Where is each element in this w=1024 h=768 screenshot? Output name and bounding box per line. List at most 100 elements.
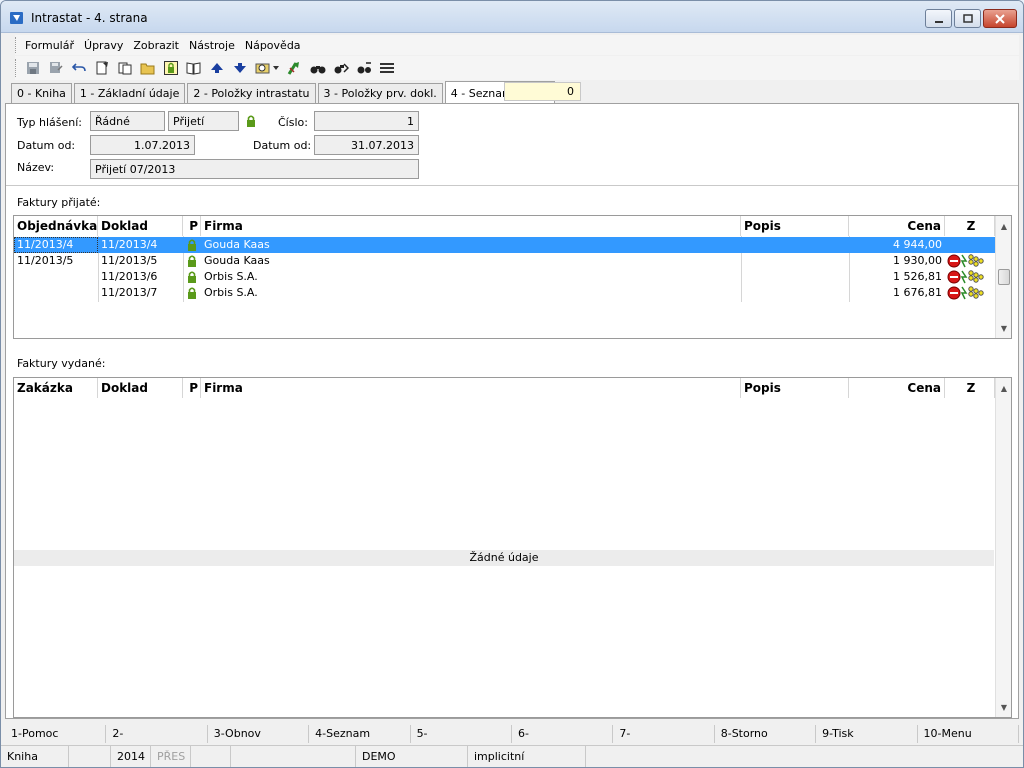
scroll-down-icon[interactable]: ▼ bbox=[996, 699, 1012, 715]
issued-invoices-grid[interactable]: Zakázka Doklad P Firma Popis Cena Z Žádn… bbox=[13, 377, 1012, 718]
function-key-bar: 1-Pomoc 2- 3-Obnov 4-Seznam 5- 6- 7- 8-S… bbox=[5, 725, 1019, 743]
toolbar-grip[interactable] bbox=[15, 59, 18, 77]
col-popis[interactable]: Popis bbox=[741, 216, 849, 236]
refresh-icon[interactable] bbox=[287, 60, 303, 76]
menu-upravy[interactable]: Úpravy bbox=[84, 39, 123, 52]
lock-icon bbox=[188, 255, 196, 267]
print-preview-icon[interactable] bbox=[255, 60, 271, 76]
arrow-down-icon[interactable] bbox=[232, 60, 248, 76]
issued-scrollbar[interactable]: ▲ ▼ bbox=[995, 378, 1011, 717]
title-bar[interactable]: Intrastat - 4. strana bbox=[1, 1, 1023, 33]
list-menu-icon[interactable] bbox=[379, 60, 395, 76]
scroll-down-icon[interactable]: ▼ bbox=[996, 320, 1012, 336]
cell-doklad: 11/2013/4 bbox=[98, 237, 183, 253]
table-row[interactable]: 11/2013/7 Orbis S.A. 1 676,81 bbox=[14, 285, 994, 301]
cell-p bbox=[183, 285, 201, 301]
fkey-1[interactable]: 1-Pomoc bbox=[5, 725, 107, 743]
fkey-2[interactable]: 2- bbox=[106, 725, 208, 743]
minimize-button[interactable] bbox=[925, 9, 952, 28]
tab-polozky-intrastatu[interactable]: 2 - Položky intrastatu bbox=[187, 83, 316, 103]
cell-p bbox=[183, 237, 201, 253]
tab-polozky-prv-dokl[interactable]: 3 - Položky prv. dokl. bbox=[317, 83, 443, 103]
scroll-up-icon[interactable]: ▲ bbox=[996, 218, 1012, 234]
open-folder-icon[interactable] bbox=[140, 60, 156, 76]
col-cena[interactable]: Cena bbox=[849, 216, 945, 236]
close-button[interactable] bbox=[983, 9, 1017, 28]
received-scrollbar[interactable]: ▲ ▼ bbox=[995, 216, 1011, 338]
lock-icon[interactable] bbox=[163, 60, 179, 76]
typ-hlaseni-field[interactable]: Řádné bbox=[90, 111, 165, 131]
cell-popis bbox=[741, 269, 849, 285]
cell-firma: Gouda Kaas bbox=[204, 254, 270, 267]
dropdown-icon[interactable] bbox=[272, 60, 280, 76]
cell-z bbox=[945, 237, 995, 253]
status-warning-icon bbox=[947, 286, 984, 300]
new-record-icon[interactable] bbox=[94, 60, 110, 76]
tab-zakladni-udaje[interactable]: 1 - Základní údaje bbox=[73, 83, 186, 103]
fkey-7[interactable]: 7- bbox=[613, 725, 715, 743]
copy-record-icon[interactable] bbox=[117, 60, 133, 76]
datum-do-field[interactable]: 31.07.2013 bbox=[314, 135, 419, 155]
undo-icon[interactable] bbox=[71, 60, 87, 76]
col-z[interactable]: Z bbox=[945, 378, 995, 398]
col-doklad[interactable]: Doklad bbox=[98, 378, 183, 398]
table-row[interactable]: 11/2013/5 11/2013/5 Gouda Kaas 1 930,00 bbox=[14, 253, 994, 269]
col-firma[interactable]: Firma bbox=[201, 216, 741, 236]
menu-grip[interactable] bbox=[15, 37, 18, 53]
fkey-9[interactable]: 9-Tisk bbox=[816, 725, 918, 743]
cislo-field[interactable]: 1 bbox=[314, 111, 419, 131]
maximize-icon bbox=[962, 13, 973, 23]
cell-objednavka bbox=[14, 269, 98, 285]
cell-popis bbox=[741, 237, 849, 253]
fkey-3[interactable]: 3-Obnov bbox=[208, 725, 310, 743]
col-objednavka[interactable]: Objednávka bbox=[14, 216, 98, 236]
scroll-up-icon[interactable]: ▲ bbox=[996, 380, 1012, 396]
menu-zobrazit[interactable]: Zobrazit bbox=[133, 39, 179, 52]
find-next-icon[interactable] bbox=[333, 60, 349, 76]
fkey-4[interactable]: 4-Seznam bbox=[309, 725, 411, 743]
fkey-5[interactable]: 5- bbox=[411, 725, 512, 743]
nazev-field[interactable]: Přijetí 07/2013 bbox=[90, 159, 419, 179]
table-row[interactable]: 11/2013/6 Orbis S.A. 1 526,81 bbox=[14, 269, 994, 285]
find-replace-icon[interactable] bbox=[356, 60, 372, 76]
fkey-6[interactable]: 6- bbox=[512, 725, 614, 743]
col-cena[interactable]: Cena bbox=[849, 378, 945, 398]
col-firma[interactable]: Firma bbox=[201, 378, 741, 398]
received-invoices-grid[interactable]: Objednávka Doklad P Firma Popis Cena Z 1… bbox=[13, 215, 1012, 339]
cell-objednavka: 11/2013/5 bbox=[17, 254, 74, 267]
maximize-button[interactable] bbox=[954, 9, 981, 28]
col-z[interactable]: Z bbox=[945, 216, 995, 236]
arrow-up-icon[interactable] bbox=[209, 60, 225, 76]
typ-hlaseni-direction-field[interactable]: Přijetí bbox=[168, 111, 239, 131]
scroll-thumb[interactable] bbox=[998, 269, 1010, 285]
col-p[interactable]: P bbox=[183, 378, 201, 398]
datum-od-field[interactable]: 1.07.2013 bbox=[90, 135, 195, 155]
typ-hlaseni-label: Typ hlášení: bbox=[17, 116, 82, 129]
cell-firma: Gouda Kaas bbox=[201, 237, 741, 253]
binoculars-icon[interactable] bbox=[310, 60, 326, 76]
menu-formular[interactable]: Formulář bbox=[25, 39, 74, 52]
cell-popis bbox=[741, 253, 849, 269]
col-popis[interactable]: Popis bbox=[741, 378, 849, 398]
fkey-10[interactable]: 10-Menu bbox=[918, 725, 1019, 743]
cell-firma: Orbis S.A. bbox=[204, 286, 258, 299]
fkey-8[interactable]: 8-Storno bbox=[715, 725, 817, 743]
cell-cena: 1 526,81 bbox=[893, 270, 942, 283]
save-icon[interactable] bbox=[25, 60, 41, 76]
cell-objednavka: 11/2013/4 bbox=[14, 237, 98, 253]
menu-nastroje[interactable]: Nástroje bbox=[189, 39, 235, 52]
col-zakazka[interactable]: Zakázka bbox=[14, 378, 98, 398]
tab-kniha[interactable]: 0 - Kniha bbox=[11, 83, 72, 103]
lock-icon bbox=[188, 287, 196, 299]
save-as-icon[interactable] bbox=[48, 60, 64, 76]
col-p[interactable]: P bbox=[183, 216, 201, 236]
table-row[interactable]: 11/2013/4 11/2013/4 Gouda Kaas 4 944,00 bbox=[14, 237, 995, 253]
minimize-icon bbox=[934, 20, 943, 23]
tab-strip: 0 - Kniha 1 - Základní údaje 2 - Položky… bbox=[11, 81, 557, 103]
book-icon[interactable] bbox=[186, 60, 202, 76]
col-doklad[interactable]: Doklad bbox=[98, 216, 183, 236]
record-counter: 0 bbox=[504, 82, 581, 101]
cell-cena: 1 676,81 bbox=[893, 286, 942, 299]
cell-popis bbox=[741, 285, 849, 301]
menu-napoveda[interactable]: Nápověda bbox=[245, 39, 301, 52]
